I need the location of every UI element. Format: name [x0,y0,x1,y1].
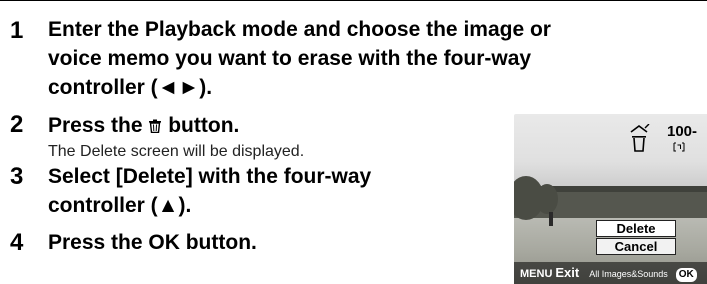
step-title-line: controller (◄►). [48,76,213,99]
step-title-line: controller (▲). [48,194,192,217]
step-number: 3 [10,163,24,190]
protect-trash-icon [630,124,650,152]
delete-option[interactable]: Delete [596,220,676,237]
menu-key: MENU [520,268,553,280]
tree [536,184,558,214]
camera-bottom-bar: MENU Exit All Images&Sounds OK [514,262,707,284]
step-number: 2 [10,111,24,138]
camera-screen-image: 100- [514,114,707,284]
step-title-text: Press the [48,114,149,137]
step-title: Press the OK button. [48,231,257,254]
voice-memo-icon [673,142,685,152]
step-title: Press the button. [48,112,239,140]
all-images-sounds-label: All Images&Sounds [589,269,668,279]
step-title-line: voice memo you want to erase with the fo… [48,47,532,70]
ok-key: OK [675,268,697,282]
step-title-text: button. [162,114,240,137]
step-title-line: Enter the Playback mode and choose the i… [48,18,551,41]
step-title-line: Select [Delete] with the four-way [48,165,372,188]
step-number: 4 [10,229,24,256]
exit-label: Exit [555,265,580,280]
step-number: 1 [10,17,24,44]
folder-number: 100- [667,123,698,140]
person-figure [549,212,553,226]
trash-icon [149,119,162,133]
cancel-option[interactable]: Cancel [596,238,676,255]
step-description: The Delete screen will be displayed. [48,143,305,160]
top-rule [0,0,707,1]
camera-status-area: 100- [627,124,707,158]
